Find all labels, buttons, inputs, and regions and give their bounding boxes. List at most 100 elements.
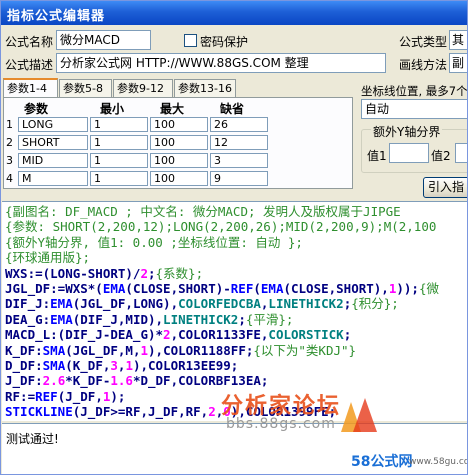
code-token: 3 <box>110 358 118 373</box>
window-title: 指标公式编辑器 <box>7 9 106 24</box>
code-line: J_DF:2.6*K_DF-1.6*D_DF,COLORBF13EA; <box>5 373 268 388</box>
code-token: 1 <box>125 358 133 373</box>
row-number: 2 <box>6 136 13 149</box>
value2-input[interactable] <box>455 143 467 163</box>
tab-params-13-16[interactable]: 参数13-16 <box>174 79 236 97</box>
code-line: WXS:=(LONG-SHORT)/2;{系数}; <box>5 266 203 281</box>
param-max-cell[interactable]: 100 <box>150 117 208 132</box>
code-token: J_DF: <box>5 373 43 389</box>
code-token: 2 <box>163 327 171 343</box>
tab-params-5-8[interactable]: 参数5-8 <box>59 79 112 97</box>
code-line: {额外Y轴分界, 值1: 0.00 ;坐标线位置: 自动 }; <box>5 235 303 250</box>
extra-y-axis-label: 额外Y轴分界 <box>371 123 443 140</box>
code-token: RF:= <box>5 388 36 404</box>
code-token: ),COLOR1188FF; <box>148 342 254 358</box>
axis-position-select[interactable]: 自动 <box>361 99 467 119</box>
param-name-cell[interactable]: LONG <box>18 117 88 132</box>
tab-params-9-12[interactable]: 参数9-12 <box>113 79 173 97</box>
code-token: 2 <box>208 404 216 420</box>
title-bar[interactable]: 指标公式编辑器 <box>1 1 467 25</box>
code-line: MACD_L:(DIF_J-DEA_G)*2,COLOR1133FE,COLOR… <box>5 327 351 342</box>
code-line: DIF_J:EMA(JGL_DF,LONG),COLORFEDCBA,LINET… <box>5 296 399 311</box>
code-token: 0 <box>223 404 231 420</box>
params-panel: 参数 最小 最大 缺省 1 LONG 1 100 26 2 SHORT 1 10… <box>3 97 353 189</box>
code-token: (J_DF, <box>57 388 103 404</box>
code-token: REF <box>35 388 58 404</box>
header-min: 最小 <box>100 102 125 116</box>
code-token: JGL_DF:=WXS*( <box>5 281 103 296</box>
code-token: 1.6 <box>110 373 133 389</box>
import-button[interactable]: 引入指 <box>423 177 467 198</box>
code-token: *D_DF,COLORBF13EA; <box>132 373 269 389</box>
code-token: D_DF: <box>5 358 43 373</box>
code-token: COLORFEDCBA <box>178 296 261 312</box>
formula-editor-window: 指标公式编辑器 公式名称 微分MACD 密码保护 公式类型 其 公式描述 分析家… <box>0 0 468 475</box>
code-token: {参数: SHORT(2,200,12);LONG(2,200,26);MID(… <box>5 219 437 235</box>
formula-name-label: 公式名称 <box>5 35 54 49</box>
param-default-cell[interactable]: 3 <box>210 153 268 168</box>
code-line: DEA_G:EMA(DIF_J,MID),LINETHICK2;{平滑}; <box>5 312 293 327</box>
param-min-cell[interactable]: 1 <box>90 171 148 186</box>
value1-input[interactable] <box>389 143 429 163</box>
test-result-box: 测试通过! <box>2 423 467 474</box>
row-number: 1 <box>6 118 13 131</box>
param-default-cell[interactable]: 9 <box>210 171 268 186</box>
code-token: ; <box>238 311 246 327</box>
code-token: ),COLOR13EE99; <box>132 358 239 373</box>
code-token: WXS:=(LONG-SHORT)/ <box>5 265 141 281</box>
code-line: {参数: SHORT(2,200,12);LONG(2,200,26);MID(… <box>5 219 436 234</box>
param-min-cell[interactable]: 1 <box>90 153 148 168</box>
param-name-cell[interactable]: MID <box>18 153 88 168</box>
code-token: 2 <box>140 265 148 281</box>
code-token: EMA <box>50 311 73 327</box>
formula-desc-input[interactable]: 分析家公式网 HTTP://WWW.88GS.COM 整理 <box>56 53 386 73</box>
code-token: ; <box>343 327 352 343</box>
code-token: {额外Y轴分界, 值1: 0.00 ;坐标线位置: 自动 }; <box>5 234 303 250</box>
code-line: K_DF:SMA(JGL_DF,M,1),COLOR1188FF;{以下为"类K… <box>5 343 356 358</box>
code-token: (JGL_DF,LONG), <box>72 296 179 312</box>
param-min-cell[interactable]: 1 <box>90 135 148 150</box>
code-line: D_DF:SMA(K_DF,3,1),COLOR13EE99; <box>5 358 238 373</box>
param-max-cell[interactable]: 100 <box>150 171 208 186</box>
code-token: SMA <box>42 342 66 358</box>
code-token: {微 <box>418 281 439 296</box>
formula-code-editor[interactable]: {副图名: DF_MACD ; 中文名: 微分MACD; 发明人及版权属于JIP… <box>2 201 467 421</box>
tab-params-1-4[interactable]: 参数1-4 <box>3 78 58 98</box>
code-token: COLORSTICK <box>268 327 344 343</box>
code-token: (CLOSE,SHORT)- <box>125 281 231 296</box>
param-name-cell[interactable]: M <box>18 171 88 186</box>
password-label: 密码保护 <box>200 35 249 49</box>
code-token: REF <box>230 281 254 296</box>
code-token: EMA <box>102 281 126 296</box>
formula-desc-label: 公式描述 <box>5 58 54 72</box>
code-token: LINETHICK2 <box>268 296 344 312</box>
header-param: 参数 <box>24 102 49 116</box>
password-checkbox[interactable] <box>184 34 197 47</box>
param-name-cell[interactable]: SHORT <box>18 135 88 150</box>
param-default-cell[interactable]: 26 <box>210 117 268 132</box>
code-token: {副图名: DF_MACD ; 中文名: 微分MACD; 发明人及版权属于JIP… <box>5 204 401 219</box>
code-token: K_DF: <box>5 342 43 358</box>
code-token: EMA <box>260 281 284 296</box>
formula-name-input[interactable]: 微分MACD <box>56 30 151 50</box>
code-token: )); <box>396 281 419 296</box>
param-default-cell[interactable]: 12 <box>210 135 268 150</box>
code-line: {副图名: DF_MACD ; 中文名: 微分MACD; 发明人及版权属于JIP… <box>5 204 401 219</box>
code-token: ; <box>148 265 156 281</box>
formula-type-label: 公式类型 <box>399 35 448 49</box>
code-token: STICKLINE <box>5 404 73 420</box>
code-line: STICKLINE(J_DF>=RF,J_DF,RF,2,0),COLOR139… <box>5 404 336 419</box>
param-max-cell[interactable]: 100 <box>150 153 208 168</box>
axis-position-label: 坐标线位置, 最多7个 <box>361 84 468 98</box>
formula-type-select[interactable]: 其 <box>449 30 467 50</box>
code-token: MACD_L:(DIF_J-DEA_G)* <box>5 327 164 343</box>
row-number: 3 <box>6 154 13 167</box>
code-token: 1 <box>140 342 149 358</box>
param-min-cell[interactable]: 1 <box>90 117 148 132</box>
code-token: {积分}; <box>351 296 399 312</box>
param-max-cell[interactable]: 100 <box>150 135 208 150</box>
code-token: SMA <box>42 358 66 373</box>
draw-method-select[interactable]: 副 <box>449 53 467 73</box>
code-token: {环球通用版}; <box>5 250 91 266</box>
code-token: EMA <box>50 296 73 312</box>
